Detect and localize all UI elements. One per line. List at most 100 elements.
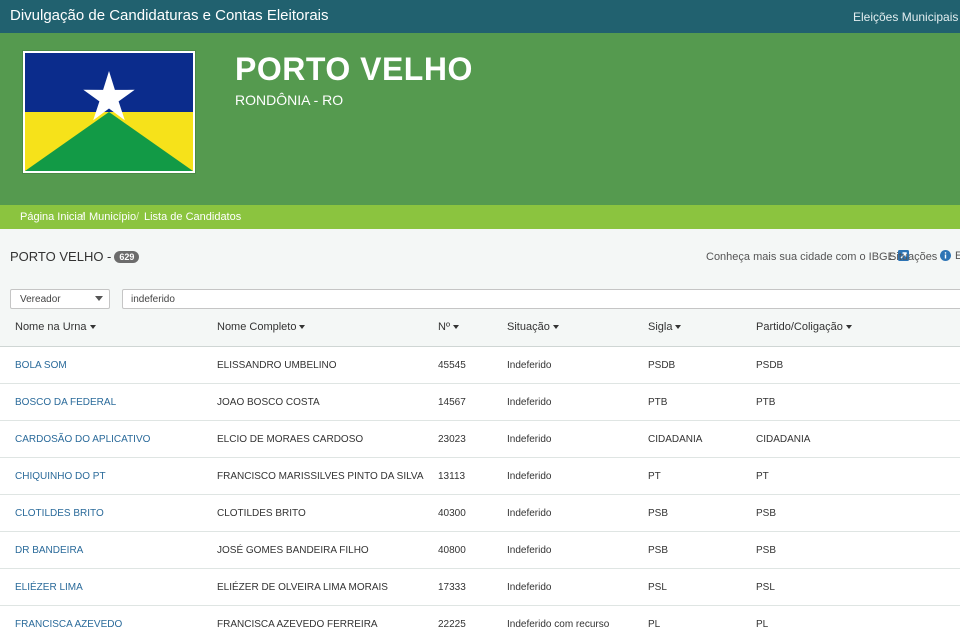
sort-caret-icon (452, 325, 459, 329)
section-title-text: PORTO VELHO - (10, 249, 112, 264)
column-header-sigla[interactable]: Sigla (648, 321, 682, 333)
candidate-name-link[interactable]: CLOTILDES BRITO (15, 508, 104, 519)
full-name-cell: CLOTILDES BRITO (217, 508, 306, 519)
column-header-label: Nome Completo (217, 321, 297, 333)
table-row: DR BANDEIRA JOSÉ GOMES BANDEIRA FILHO 40… (0, 532, 960, 569)
table-row: BOLA SOM ELISSANDRO UMBELINO 45545 Indef… (0, 347, 960, 384)
table-row: FRANCISCA AZEVEDO FRANCISCA AZEVEDO FERR… (0, 606, 960, 640)
party-coalition-cell: PTB (756, 397, 776, 408)
number-cell: 17333 (438, 582, 466, 593)
table-row: CHIQUINHO DO PT FRANCISCO MARISSILVES PI… (0, 458, 960, 495)
number-cell: 45545 (438, 360, 466, 371)
table-row: ELIÉZER LIMA ELIÉZER DE OLVEIRA LIMA MOR… (0, 569, 960, 606)
number-cell: 40800 (438, 545, 466, 556)
table-row: CLOTILDES BRITO CLOTILDES BRITO 40300 In… (0, 495, 960, 532)
party-coalition-cell: PT (756, 471, 769, 482)
party-acronym-cell: PSL (648, 582, 667, 593)
column-header-label: Situação (507, 321, 550, 333)
party-coalition-cell: PL (756, 619, 769, 630)
ibge-link-label[interactable]: Conheça mais sua cidade com o IBGE (706, 251, 895, 263)
status-cell: Indeferido (507, 360, 552, 371)
top-bar: Divulgação de Candidaturas e Contas Elei… (0, 0, 960, 33)
city-hero: PORTO VELHO RONDÔNIA - RO (0, 33, 960, 205)
status-cell: Indeferido (507, 508, 552, 519)
state-name: RONDÔNIA - RO (235, 92, 344, 108)
column-header-nome-completo[interactable]: Nome Completo (217, 321, 306, 333)
sort-caret-icon (845, 325, 852, 329)
column-header-label: Nº (438, 321, 450, 333)
status-cell: Indeferido (507, 545, 552, 556)
info-icon (940, 250, 952, 261)
full-name-cell: FRANCISCO MARISSILVES PINTO DA SILVA (217, 471, 424, 482)
party-acronym-cell: CIDADANIA (648, 434, 703, 445)
column-header-partido[interactable]: Partido/Coligação (756, 321, 852, 333)
search-input[interactable] (122, 289, 960, 309)
status-cell: Indeferido (507, 582, 552, 593)
full-name-cell: FRANCISCA AZEVEDO FERREIRA (217, 619, 378, 630)
full-name-cell: ELCIO DE MORAES CARDOSO (217, 434, 364, 445)
sort-caret-icon (552, 325, 559, 329)
sort-caret-icon (299, 325, 306, 329)
rondonia-flag-image (25, 53, 193, 171)
breadcrumb-home[interactable]: Página Inicial (20, 211, 85, 223)
extra-link-label[interactable]: E (955, 250, 960, 262)
party-acronym-cell: PSB (648, 508, 669, 519)
party-coalition-cell: PSL (756, 582, 775, 593)
app-title[interactable]: Divulgação de Candidaturas e Contas Elei… (10, 7, 329, 24)
column-header-label: Sigla (648, 321, 673, 333)
party-acronym-cell: PL (648, 619, 661, 630)
status-cell: Indeferido (507, 471, 552, 482)
party-coalition-cell: PSB (756, 545, 777, 556)
candidate-name-link[interactable]: BOLA SOM (15, 360, 67, 371)
breadcrumb-current: Lista de Candidatos (144, 211, 242, 223)
breadcrumb-separator: / (136, 211, 140, 223)
full-name-cell: JOSÉ GOMES BANDEIRA FILHO (217, 545, 369, 556)
sort-caret-icon (89, 325, 96, 329)
party-coalition-cell: CIDADANIA (756, 434, 811, 445)
party-acronym-cell: PSB (648, 545, 669, 556)
status-cell: Indeferido (507, 434, 552, 445)
candidate-name-link[interactable]: CARDOSÃO DO APLICATIVO (15, 434, 150, 445)
table-row: CARDOSÃO DO APLICATIVO ELCIO DE MORAES C… (0, 421, 960, 458)
column-header-label: Nome na Urna (15, 321, 87, 333)
section-title: PORTO VELHO -629 (10, 249, 140, 264)
candidate-name-link[interactable]: FRANCISCA AZEVEDO (15, 619, 122, 630)
sort-caret-icon (675, 325, 682, 329)
election-label[interactable]: Eleições Municipais 2020 (853, 10, 960, 24)
situacoes-link-label[interactable]: Situações (889, 251, 937, 263)
number-cell: 40300 (438, 508, 466, 519)
cargo-select[interactable]: Vereador (10, 289, 110, 309)
cargo-select-value: Vereador (20, 294, 61, 305)
extra-link[interactable]: E (955, 250, 960, 262)
city-name: PORTO VELHO (235, 51, 473, 87)
column-header-nome-urna[interactable]: Nome na Urna (15, 321, 96, 333)
candidate-name-link[interactable]: ELIÉZER LIMA (15, 582, 83, 593)
number-cell: 22225 (438, 619, 466, 630)
breadcrumb-separator: / (81, 211, 85, 223)
party-acronym-cell: PT (648, 471, 661, 482)
breadcrumb-municipio[interactable]: Município (89, 211, 136, 223)
full-name-cell: JOAO BOSCO COSTA (217, 397, 320, 408)
chevron-down-icon (95, 296, 103, 301)
party-acronym-cell: PTB (648, 397, 668, 408)
column-header-numero[interactable]: Nº (438, 321, 459, 333)
ibge-link[interactable]: Conheça mais sua cidade com o IBGE (706, 250, 909, 263)
breadcrumb: Página Inicial / Município / Lista de Ca… (0, 205, 960, 229)
full-name-cell: ELIÉZER DE OLVEIRA LIMA MORAIS (217, 582, 388, 593)
situacoes-link[interactable]: Situações (889, 250, 952, 263)
column-header-situacao[interactable]: Situação (507, 321, 559, 333)
number-cell: 23023 (438, 434, 466, 445)
candidate-name-link[interactable]: BOSCO DA FEDERAL (15, 397, 116, 408)
city-flag (23, 51, 195, 173)
party-coalition-cell: PSB (756, 508, 777, 519)
candidate-name-link[interactable]: DR BANDEIRA (15, 545, 83, 556)
party-coalition-cell: PSDB (756, 360, 784, 371)
table-row: BOSCO DA FEDERAL JOAO BOSCO COSTA 14567 … (0, 384, 960, 421)
candidate-name-link[interactable]: CHIQUINHO DO PT (15, 471, 106, 482)
party-acronym-cell: PSDB (648, 360, 676, 371)
status-cell: Indeferido com recurso (507, 619, 610, 630)
candidate-count-badge: 629 (114, 251, 140, 263)
number-cell: 14567 (438, 397, 466, 408)
number-cell: 13113 (438, 471, 466, 482)
column-header-label: Partido/Coligação (756, 321, 843, 333)
